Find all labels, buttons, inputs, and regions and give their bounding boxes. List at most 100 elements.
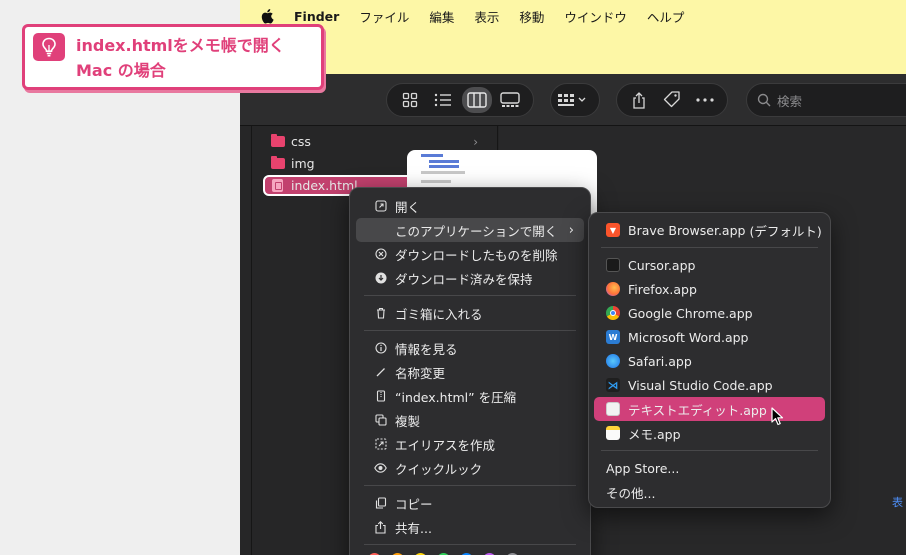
menu-separator (364, 485, 576, 486)
list-view-button[interactable] (429, 87, 459, 113)
app-name: メモ.app (628, 426, 681, 442)
app-item-vscode[interactable]: ⋊ Visual Studio Code.app (594, 373, 825, 397)
share-icon (374, 520, 387, 534)
action-buttons (616, 83, 728, 117)
chevron-right-icon: › (568, 222, 574, 238)
search-icon (757, 93, 771, 107)
app-item-cursor[interactable]: Cursor.app (594, 253, 825, 277)
menu-item-label: ダウンロードしたものを削除 (395, 247, 558, 263)
menu-item-label: “index.html” を圧縮 (395, 389, 517, 405)
default-label: (デフォルト) (749, 223, 822, 239)
menu-finder[interactable]: Finder (294, 9, 339, 24)
menu-view[interactable]: 表示 (474, 7, 499, 26)
group-grid-icon (558, 94, 586, 106)
app-name: Microsoft Word.app (628, 329, 749, 345)
menu-item-open[interactable]: 開く (356, 194, 584, 218)
menu-edit[interactable]: 編集 (429, 7, 454, 26)
copy-icon (374, 497, 387, 510)
app-name: Brave Browser.app (628, 222, 746, 238)
app-name: Safari.app (628, 353, 692, 369)
open-icon (374, 200, 387, 213)
menu-item-make-alias[interactable]: エイリアスを作成 (356, 432, 584, 456)
menu-file[interactable]: ファイル (359, 7, 409, 26)
file-name: img (291, 156, 315, 171)
safari-icon (606, 354, 620, 368)
info-icon (374, 342, 387, 355)
group-button[interactable] (550, 83, 600, 117)
lightbulb-icon (33, 33, 65, 61)
gallery-view-button[interactable] (496, 87, 526, 113)
menu-window[interactable]: ウインドウ (564, 7, 627, 26)
search-field[interactable]: 検索 (746, 83, 906, 117)
folder-icon (271, 134, 285, 147)
menu-bar: Finder ファイル 編集 表示 移動 ウインドウ ヘルプ (240, 0, 906, 32)
callout-subtitle: Mac の場合 (76, 61, 166, 80)
more-button[interactable] (690, 87, 719, 113)
search-placeholder: 検索 (777, 93, 803, 109)
file-name: css (291, 134, 311, 149)
archive-icon (374, 390, 387, 403)
menu-item-label: コピー (395, 496, 433, 512)
mouse-pointer-icon (771, 407, 785, 431)
share-button[interactable] (625, 87, 654, 113)
app-name: テキストエディット.app (628, 402, 767, 418)
menu-item-quick-look[interactable]: クイックルック (356, 456, 584, 480)
menu-item-duplicate[interactable]: 複製 (356, 408, 584, 432)
vscode-icon: ⋊ (606, 378, 620, 392)
other-label: その他... (606, 485, 656, 501)
app-store-item[interactable]: App Store... (594, 456, 825, 480)
app-item-brave[interactable]: ▼ Brave Browser.app (デフォルト) (594, 218, 825, 242)
app-item-word[interactable]: W Microsoft Word.app (594, 325, 825, 349)
tag-button[interactable] (658, 87, 687, 113)
tag-icon (663, 91, 680, 108)
menu-separator (601, 247, 818, 248)
menu-item-keep-download[interactable]: ダウンロード済みを保持 (356, 266, 584, 290)
menu-help[interactable]: ヘルプ (647, 7, 685, 26)
app-item-textedit[interactable]: テキストエディット.app (594, 397, 825, 421)
file-row-css[interactable]: css › (264, 131, 486, 152)
menu-item-label: 名称変更 (395, 365, 446, 381)
menu-item-copy[interactable]: コピー (356, 491, 584, 515)
menu-item-move-to-trash[interactable]: ゴミ箱に入れる (356, 301, 584, 325)
gallery-icon (500, 92, 520, 107)
menu-item-open-with[interactable]: このアプリケーションで開く › (356, 218, 584, 242)
brave-icon: ▼ (606, 223, 620, 237)
open-with-submenu: ▼ Brave Browser.app (デフォルト) Cursor.app F… (588, 212, 831, 508)
columns-icon (467, 92, 487, 108)
icon-view-button[interactable] (395, 87, 425, 113)
sidebar-column (240, 126, 252, 555)
callout-title: index.htmlをメモ帳で開く (76, 36, 285, 55)
menu-item-delete-download[interactable]: ダウンロードしたものを削除 (356, 242, 584, 266)
menu-separator (364, 330, 576, 331)
other-app-item[interactable]: その他... (594, 480, 825, 504)
column-view-button[interactable] (462, 87, 492, 113)
menu-item-label: 開く (395, 199, 421, 215)
menu-item-label: 情報を見る (395, 341, 458, 357)
menu-item-label: このアプリケーションで開く (395, 223, 558, 239)
menu-item-get-info[interactable]: 情報を見る (356, 336, 584, 360)
pencil-icon (374, 366, 387, 379)
menu-separator (364, 295, 576, 296)
app-item-chrome[interactable]: Google Chrome.app (594, 301, 825, 325)
app-item-firefox[interactable]: Firefox.app (594, 277, 825, 301)
apple-icon[interactable] (258, 6, 278, 26)
context-menu: 開く このアプリケーションで開く › ダウンロードしたものを削除 ダウンロード済… (349, 187, 591, 555)
word-icon: W (606, 330, 620, 344)
app-item-notes[interactable]: メモ.app (594, 421, 825, 445)
menu-item-share[interactable]: 共有... (356, 515, 584, 539)
share-icon (633, 91, 645, 109)
ellipsis-icon (696, 98, 714, 102)
finder-toolbar: 検索 (240, 74, 906, 126)
cursor-app-icon (606, 258, 620, 272)
menu-item-rename[interactable]: 名称変更 (356, 360, 584, 384)
menu-go[interactable]: 移動 (519, 7, 544, 26)
menu-item-label: エイリアスを作成 (395, 437, 496, 453)
show-more-link[interactable]: 表 (892, 494, 903, 510)
list-icon (435, 93, 452, 107)
textedit-icon (606, 402, 620, 416)
tip-callout: index.htmlをメモ帳で開く Mac の場合 (22, 24, 324, 90)
folder-icon (271, 156, 285, 169)
grid-icon (402, 92, 417, 108)
menu-item-compress[interactable]: “index.html” を圧縮 (356, 384, 584, 408)
app-item-safari[interactable]: Safari.app (594, 349, 825, 373)
